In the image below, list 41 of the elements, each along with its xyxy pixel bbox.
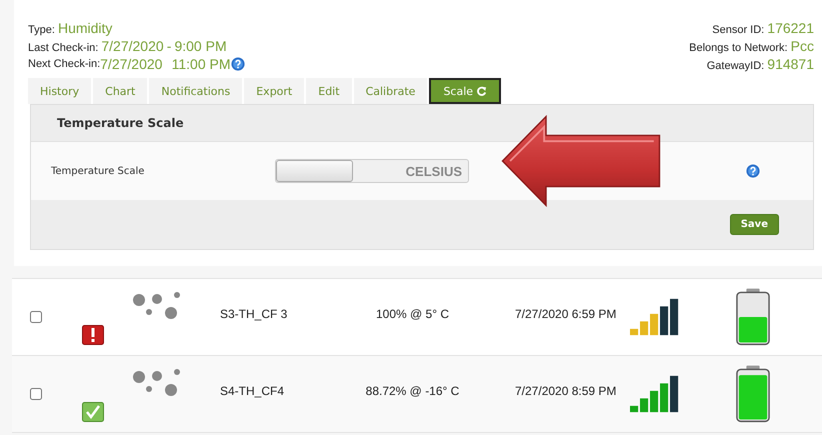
tab[interactable]: Chart [93, 78, 148, 104]
refresh-icon [476, 86, 488, 96]
save-button[interactable]: Save [730, 214, 779, 235]
panel-title: Temperature Scale [57, 116, 184, 130]
last-checkin-label: Last Check-in: [28, 42, 98, 54]
separator: - [166, 38, 172, 54]
network-name: Pcc [790, 38, 814, 54]
tab[interactable]: Edit [306, 78, 352, 104]
type-value: Humidity [58, 20, 112, 36]
network-label: Belongs to Network: [689, 42, 788, 54]
tab[interactable]: Notifications [149, 78, 242, 104]
reading-date: 7/27/2020 8:59 PM [515, 384, 618, 398]
gateway-id: 914871 [767, 56, 814, 72]
sensor-reading: 88.72% @ -16° C [364, 384, 460, 398]
field-label: Temperature Scale [51, 166, 146, 176]
gateway-id-label: GatewayID: [706, 60, 764, 72]
next-checkin-time: 11:00 PM [172, 56, 230, 72]
type-label: Type: [28, 24, 55, 36]
next-checkin-label: Next Check-in: [28, 57, 100, 72]
humidity-dots-icon [132, 292, 182, 322]
tab[interactable]: Scale [429, 78, 502, 104]
humidity-dots-icon [132, 369, 182, 399]
help-icon[interactable] [230, 57, 244, 71]
help-icon[interactable] [746, 164, 760, 178]
last-checkin-date: 7/27/2020 [101, 38, 164, 54]
tab[interactable]: History [28, 78, 92, 104]
scale-toggle[interactable]: CELSIUS [275, 159, 469, 183]
row-checkbox[interactable] [30, 388, 42, 400]
tab[interactable]: Calibrate [354, 78, 428, 104]
sensor-name[interactable]: S4-TH_CF4 [220, 384, 340, 398]
last-checkin-time: 9:00 PM [174, 38, 227, 54]
sensor-name[interactable]: S3-TH_CF 3 [220, 307, 340, 321]
next-checkin-date: 7/27/2020 [100, 56, 162, 72]
row-checkbox[interactable] [30, 311, 42, 323]
sensor-id: 176221 [767, 20, 814, 36]
battery-icon [736, 365, 770, 423]
sensor-id-label: Sensor ID: [712, 24, 764, 36]
battery-icon [736, 288, 770, 346]
tab[interactable]: Export [244, 78, 304, 104]
sensor-reading: 100% @ 5° C [374, 307, 450, 321]
reading-date: 7/27/2020 6:59 PM [515, 307, 618, 321]
